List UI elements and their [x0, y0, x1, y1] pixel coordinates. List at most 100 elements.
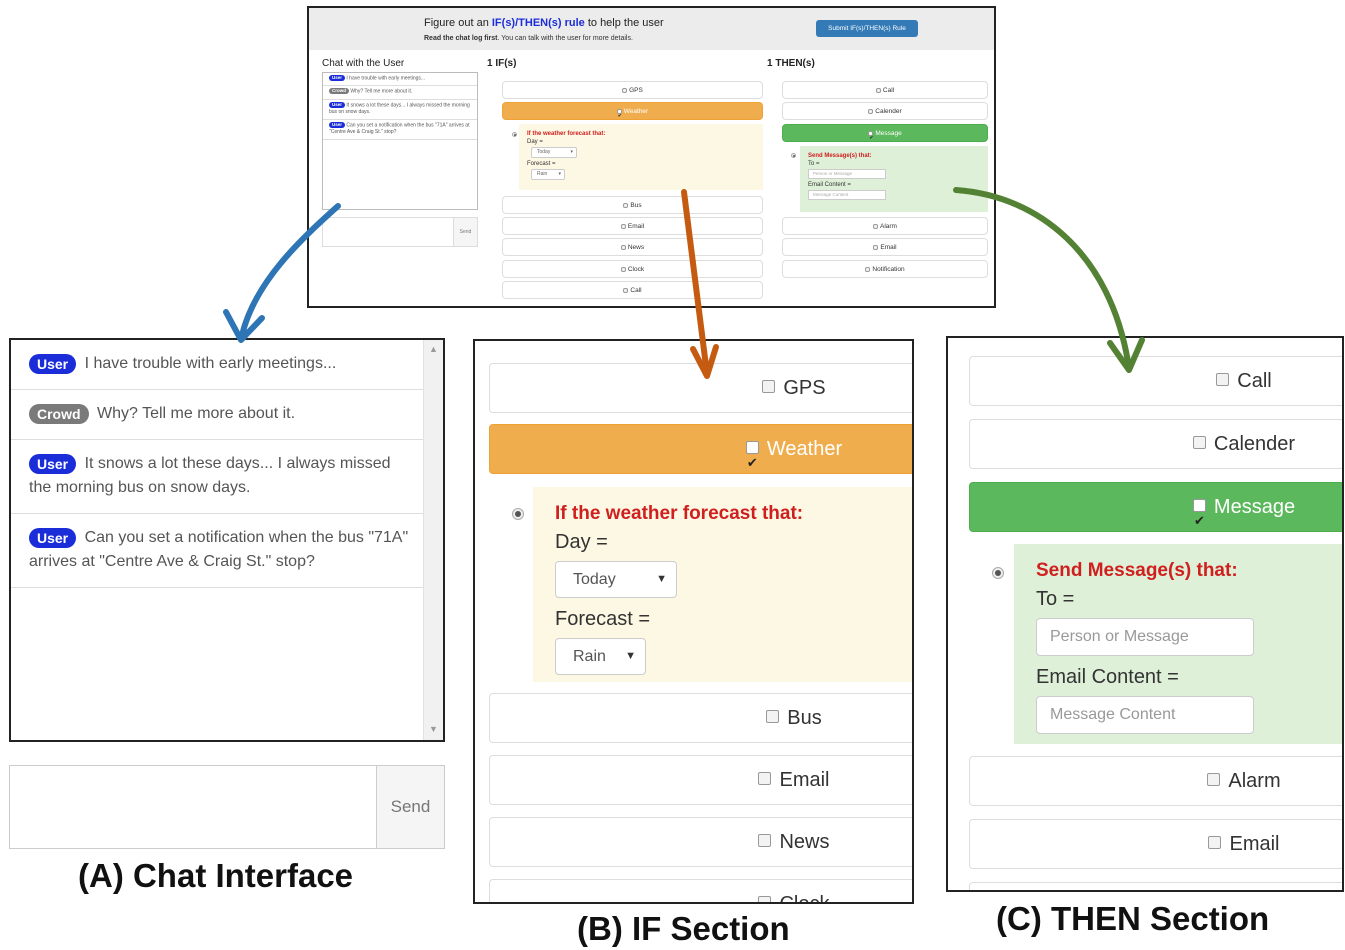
forecast-select[interactable]: Rain ▼ [555, 638, 646, 675]
checkbox-icon[interactable] [1208, 836, 1222, 850]
option-label: Weather [766, 438, 843, 460]
checkbox-icon[interactable] [620, 266, 626, 272]
checkbox-icon[interactable] [622, 87, 628, 93]
then-option-alarm[interactable]: Alarm [782, 217, 988, 235]
then-option-notification[interactable]: Notification [782, 260, 988, 278]
if-option-email[interactable]: Email [489, 755, 912, 805]
then-option-calender[interactable]: Calender [969, 419, 1342, 469]
scroll-down-icon[interactable]: ▼ [424, 724, 443, 734]
option-label: Email [779, 769, 830, 791]
then-option-message[interactable]: Message [782, 124, 988, 147]
header-subtitle: Read the chat log first. You can talk wi… [424, 35, 633, 42]
chat-message: User I have trouble with early meetings.… [11, 340, 425, 390]
then-option-email[interactable]: Email [969, 819, 1342, 869]
if-option-bus[interactable]: Bus [502, 196, 763, 214]
checkbox-icon[interactable] [758, 834, 772, 848]
mini-send-button[interactable]: Send [453, 218, 477, 246]
dropdown-arrow-icon: ▼ [625, 650, 636, 662]
if-option-clock[interactable]: Clock [489, 879, 912, 902]
option-label: Calender [875, 108, 902, 115]
checkbox-icon[interactable] [868, 108, 874, 114]
caption-chat-interface: (A) Chat Interface [78, 857, 354, 894]
checkbox-icon[interactable] [620, 223, 626, 229]
content-label: Email Content = [808, 182, 851, 188]
mini-chat-log[interactable]: User I have trouble with early meetings.… [322, 72, 478, 210]
chat-message: Crowd Why? Tell me more about it. [11, 390, 425, 440]
then-option-call[interactable]: Call [782, 81, 988, 99]
if-option-email[interactable]: Email [502, 217, 763, 235]
if-option-call[interactable]: Call [502, 281, 763, 299]
full-interface-screenshot: Figure out an IF(s)/THEN(s) rule to help… [307, 6, 996, 308]
checkbox-icon[interactable] [623, 202, 629, 208]
content-input[interactable]: Message Content [1036, 696, 1254, 734]
if-option-news[interactable]: News [502, 238, 763, 256]
chat-scrollbar[interactable]: ▲ ▼ [423, 340, 443, 740]
forecast-select[interactable]: Rain ▾ [531, 169, 565, 180]
crowd-badge: Crowd [29, 403, 89, 424]
then-option-call[interactable]: Call [969, 356, 1342, 406]
content-input[interactable]: Message Content [808, 190, 886, 200]
if-option-gps[interactable]: GPS [502, 81, 763, 99]
option-label: Email [880, 244, 897, 251]
if-option-clock[interactable]: Clock [502, 260, 763, 278]
checkbox-icon[interactable] [766, 710, 780, 724]
option-label: Email [1229, 833, 1280, 855]
checkbox-icon[interactable] [873, 244, 879, 250]
option-label: GPS [783, 377, 826, 399]
then-option-partial[interactable] [969, 882, 1342, 890]
checkbox-icon[interactable] [1192, 436, 1206, 450]
if-option-weather[interactable]: Weather [502, 102, 763, 125]
checkbox-icon[interactable] [1216, 373, 1230, 387]
forecast-label: Forecast = [527, 161, 556, 167]
checkbox-icon[interactable] [875, 87, 881, 93]
mini-chat-input[interactable]: Send [322, 217, 478, 247]
forecast-label: Forecast = [555, 608, 651, 630]
message-text: Why? Tell me more about it. [350, 88, 413, 95]
option-label: Calender [1213, 433, 1296, 455]
day-select[interactable]: Today ▾ [531, 147, 577, 158]
checkbox-icon[interactable] [623, 287, 629, 293]
radio-selected-icon[interactable] [992, 567, 1004, 579]
checkbox-icon[interactable] [758, 772, 772, 786]
scroll-up-icon[interactable]: ▲ [424, 344, 443, 354]
option-label: Clock [627, 266, 645, 273]
checkbox-checked-icon[interactable] [868, 130, 874, 147]
radio-selected-icon[interactable] [791, 153, 796, 158]
to-label: To = [808, 161, 820, 167]
user-badge: User [29, 453, 77, 474]
chat-message-input[interactable]: Send [9, 765, 445, 849]
message-text: I have trouble with early meetings... [346, 75, 426, 82]
submit-rule-button[interactable]: Submit IF(s)/THEN(s) Rule [816, 20, 918, 37]
message-text: Can you set a notification when the bus … [329, 122, 470, 136]
checkbox-checked-icon[interactable] [745, 439, 759, 487]
checkbox-checked-icon[interactable] [616, 108, 622, 125]
if-option-news[interactable]: News [489, 817, 912, 867]
checkbox-icon[interactable] [620, 244, 626, 250]
then-option-alarm[interactable]: Alarm [969, 756, 1342, 806]
checkbox-checked-icon[interactable] [1192, 497, 1206, 545]
checkbox-icon[interactable] [758, 896, 772, 902]
send-button[interactable]: Send [376, 766, 444, 848]
if-option-bus[interactable]: Bus [489, 693, 912, 743]
checkbox-icon[interactable] [873, 223, 878, 229]
chat-message: User I have trouble with early meetings.… [323, 73, 477, 87]
checkbox-icon[interactable] [865, 266, 871, 272]
then-option-calender[interactable]: Calender [782, 102, 988, 120]
then-option-email[interactable]: Email [782, 238, 988, 256]
day-select[interactable]: Today ▼ [555, 561, 677, 598]
to-input[interactable]: Person or Message [808, 169, 886, 179]
chat-message: User It snows a lot these days... I alwa… [323, 100, 477, 120]
chat-log-zoom[interactable]: User I have trouble with early meetings.… [9, 338, 445, 742]
if-option-gps[interactable]: GPS [489, 363, 912, 413]
option-label: Bus [787, 707, 822, 729]
radio-selected-icon[interactable] [512, 508, 524, 520]
checkbox-icon[interactable] [762, 380, 776, 394]
then-option-message[interactable]: Message [969, 482, 1342, 545]
to-input[interactable]: Person or Message [1036, 618, 1254, 656]
dropdown-arrow-icon: ▼ [656, 573, 667, 585]
message-text: Can you set a notification when the bus … [29, 529, 409, 570]
checkbox-icon[interactable] [1207, 773, 1221, 787]
radio-selected-icon[interactable] [512, 132, 517, 137]
to-label: To = [1036, 588, 1075, 610]
if-option-weather[interactable]: Weather [489, 424, 912, 487]
